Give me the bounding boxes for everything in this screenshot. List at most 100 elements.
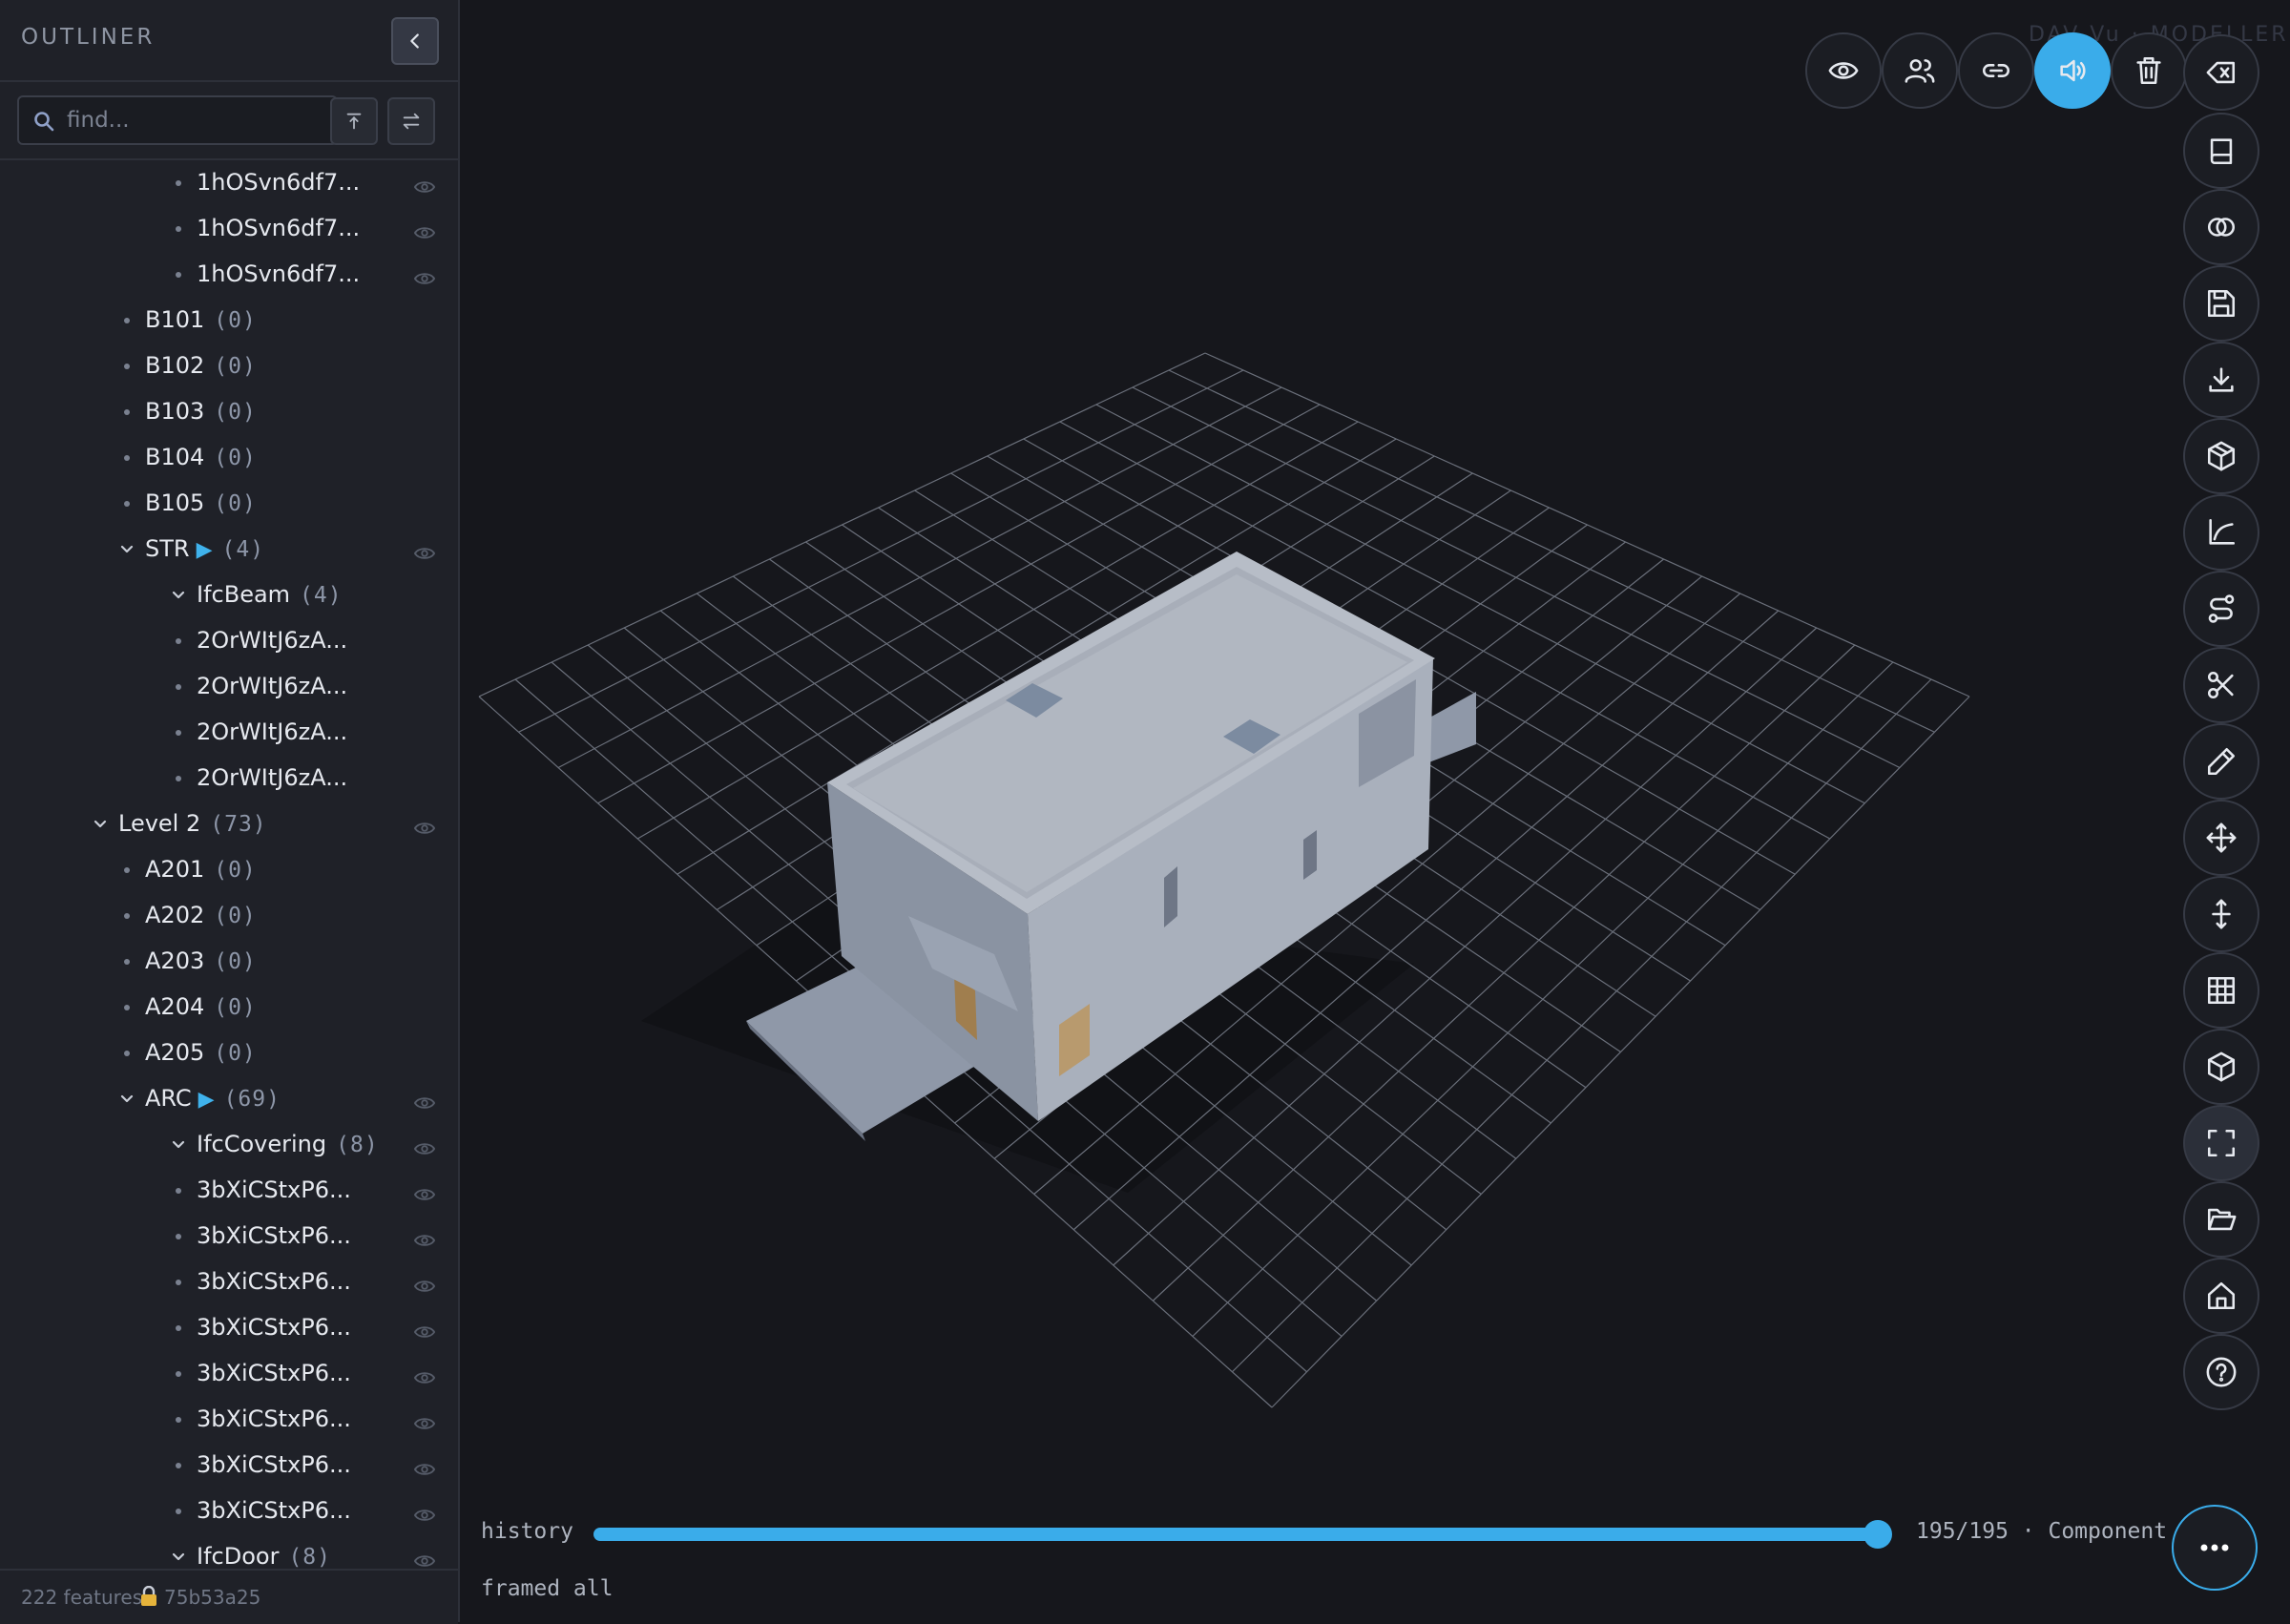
3d-viewport[interactable]: DAV Vu · MODELLER history 195/195 · Comp…	[460, 0, 2290, 1622]
cube-button[interactable]	[2183, 1029, 2259, 1105]
grid-button[interactable]	[2183, 952, 2259, 1029]
tree-item[interactable]: A205 (0)	[0, 1031, 458, 1076]
intersect-button[interactable]	[2183, 189, 2259, 265]
history-slider-track[interactable]	[593, 1528, 1882, 1541]
speaker-button[interactable]	[2034, 32, 2111, 109]
tree-item[interactable]: 3bXiCStxP6...	[0, 1305, 458, 1351]
tree-item[interactable]: B104 (0)	[0, 435, 458, 481]
visibility-eye-icon[interactable]	[413, 1228, 436, 1255]
tree-item[interactable]: B103 (0)	[0, 389, 458, 435]
swap-button[interactable]	[387, 97, 435, 145]
tree-item[interactable]: A204 (0)	[0, 985, 458, 1031]
search-input[interactable]	[17, 95, 338, 145]
fit-view-button[interactable]	[2183, 1105, 2259, 1181]
link-button[interactable]	[1958, 32, 2034, 109]
chevron-down-icon[interactable]	[170, 1549, 187, 1566]
help-button[interactable]	[2183, 1334, 2259, 1410]
bullet-icon	[170, 1182, 187, 1199]
bullet-icon	[170, 770, 187, 787]
eye-button[interactable]	[1805, 32, 1882, 109]
folder-open-icon	[2207, 1208, 2237, 1231]
tree-item[interactable]: Level 2 (73)	[0, 802, 458, 847]
bullet-icon	[118, 495, 135, 512]
save-button[interactable]	[2183, 265, 2259, 342]
visibility-eye-icon[interactable]	[413, 1457, 436, 1484]
more-options-button[interactable]	[2172, 1505, 2258, 1591]
tree-item[interactable]: 3bXiCStxP6...	[0, 1443, 458, 1489]
tree-item[interactable]: 3bXiCStxP6...	[0, 1214, 458, 1260]
visibility-eye-icon[interactable]	[413, 266, 436, 293]
chevron-down-icon[interactable]	[118, 541, 135, 558]
visibility-eye-icon[interactable]	[413, 1320, 436, 1346]
bullet-icon	[118, 999, 135, 1016]
tree-item[interactable]: 2OrWItJ6zA...	[0, 618, 458, 664]
tree-item[interactable]: 3bXiCStxP6...	[0, 1168, 458, 1214]
visibility-eye-icon[interactable]	[413, 1091, 436, 1117]
visibility-eye-icon[interactable]	[413, 220, 436, 247]
tree-item[interactable]: B101 (0)	[0, 298, 458, 344]
chevron-down-icon[interactable]	[170, 1136, 187, 1154]
book-button[interactable]	[2183, 113, 2259, 189]
tree-item[interactable]: 2OrWItJ6zA...	[0, 664, 458, 710]
collapse-outliner-button[interactable]	[391, 17, 439, 65]
visibility-eye-icon[interactable]	[413, 541, 436, 568]
intersect-icon	[2207, 218, 2236, 237]
chevron-down-icon[interactable]	[170, 587, 187, 604]
clear-button[interactable]	[2183, 34, 2259, 111]
home-button[interactable]	[2183, 1258, 2259, 1334]
tree-item-name: 2OrWItJ6zA...	[197, 627, 348, 654]
tree-item[interactable]: 2OrWItJ6zA...	[0, 756, 458, 802]
folder-open-button[interactable]	[2183, 1181, 2259, 1258]
building-model-view[interactable]	[460, 0, 2290, 1622]
visibility-eye-icon[interactable]	[413, 1365, 436, 1392]
tree-item-label: 2OrWItJ6zA...	[197, 673, 347, 699]
tree-item[interactable]: ARC ▶ (69)	[0, 1076, 458, 1122]
tree-item[interactable]: 3bXiCStxP6...	[0, 1260, 458, 1305]
visibility-eye-icon[interactable]	[413, 1411, 436, 1438]
speaker-icon	[2060, 59, 2086, 82]
tree-item-label: A205 (0)	[145, 1039, 257, 1066]
trash-button[interactable]	[2111, 32, 2187, 109]
visibility-eye-icon[interactable]	[413, 1136, 436, 1163]
tree-item[interactable]: 1hOSvn6df7...	[0, 160, 458, 206]
download-button[interactable]	[2183, 342, 2259, 418]
play-icon[interactable]: ▶	[192, 1088, 215, 1112]
chevron-down-icon[interactable]	[118, 1091, 135, 1108]
play-icon[interactable]: ▶	[190, 538, 213, 562]
package-button[interactable]	[2183, 418, 2259, 494]
route-button[interactable]	[2183, 571, 2259, 647]
users-button[interactable]	[1882, 32, 1958, 109]
move-button[interactable]	[2183, 800, 2259, 876]
curve-button[interactable]	[2183, 494, 2259, 571]
pencil-button[interactable]	[2183, 723, 2259, 800]
visibility-eye-icon[interactable]	[413, 175, 436, 201]
tree-item[interactable]: B105 (0)	[0, 481, 458, 527]
tree-item[interactable]: STR ▶ (4)	[0, 527, 458, 573]
visibility-eye-icon[interactable]	[413, 816, 436, 843]
tree-item[interactable]: B102 (0)	[0, 344, 458, 389]
tree-item[interactable]: 1hOSvn6df7...	[0, 252, 458, 298]
visibility-eye-icon[interactable]	[413, 1182, 436, 1209]
tree-item[interactable]: A202 (0)	[0, 893, 458, 939]
tree-item[interactable]: 2OrWItJ6zA...	[0, 710, 458, 756]
tree-item[interactable]: IfcBeam (4)	[0, 573, 458, 618]
tree-item[interactable]: IfcDoor (8)	[0, 1534, 458, 1569]
tree-item-label: 3bXiCStxP6...	[197, 1360, 351, 1386]
tree-item[interactable]: 1hOSvn6df7...	[0, 206, 458, 252]
visibility-eye-icon[interactable]	[413, 1503, 436, 1530]
tree-item[interactable]: A201 (0)	[0, 847, 458, 893]
visibility-eye-icon[interactable]	[413, 1549, 436, 1569]
tree-item-label: A203 (0)	[145, 947, 257, 974]
chevron-down-icon[interactable]	[92, 816, 109, 833]
history-slider-thumb[interactable]	[1863, 1520, 1892, 1549]
tree-item[interactable]: A203 (0)	[0, 939, 458, 985]
tree-item[interactable]: 3bXiCStxP6...	[0, 1397, 458, 1443]
collapse-all-button[interactable]	[330, 97, 378, 145]
tree-item[interactable]: 3bXiCStxP6...	[0, 1489, 458, 1534]
bullet-icon	[170, 220, 187, 238]
tree-item[interactable]: IfcCovering (8)	[0, 1122, 458, 1168]
scissors-button[interactable]	[2183, 647, 2259, 723]
visibility-eye-icon[interactable]	[413, 1274, 436, 1301]
vertical-move-button[interactable]	[2183, 876, 2259, 952]
tree-item[interactable]: 3bXiCStxP6...	[0, 1351, 458, 1397]
